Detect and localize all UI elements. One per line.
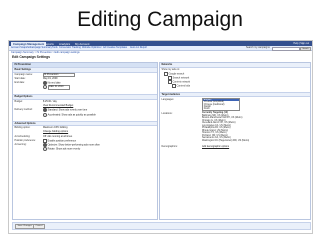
radio-icon bbox=[43, 112, 47, 117]
end-date-picker-row: DEC 31 2010 bbox=[13, 85, 157, 90]
ad-serving-rotate-row: Rotate: Show ads more evenly bbox=[13, 147, 157, 152]
campaign-screenshot: Campaign Management Reports Analytics My… bbox=[8, 40, 313, 234]
slide-title: Editing Campaign bbox=[77, 8, 243, 31]
cancel-button[interactable]: Cancel bbox=[33, 224, 45, 230]
search-label: Search my campaigns: bbox=[246, 46, 271, 49]
demographics-link[interactable]: Add demographic options bbox=[202, 145, 229, 149]
languages-label: Languages: bbox=[161, 98, 175, 102]
subnav-campaign-summary[interactable]: Campaign Summary bbox=[30, 46, 52, 50]
ad-serving-rotate-option[interactable]: Rotate: Show ads more evenly bbox=[43, 147, 80, 152]
campaign-search-input[interactable] bbox=[272, 46, 300, 52]
checkbox-icon bbox=[172, 84, 176, 89]
radio-icon bbox=[43, 147, 47, 152]
locations-list: Currently Targeting (12) Baltimore MD, U… bbox=[202, 112, 268, 142]
footer-bar: Save Changes Cancel bbox=[12, 222, 311, 230]
subnav-account-snapshot[interactable]: Account Snapshot bbox=[11, 46, 30, 50]
subnav-conversion-tracking[interactable]: Conversion Tracking bbox=[59, 46, 81, 50]
demographics-label: Demographics: bbox=[161, 145, 178, 149]
radio-icon bbox=[43, 85, 47, 90]
locations-block: Locations: Currently Targeting (12) Balt… bbox=[160, 111, 310, 145]
demographics-row: Demographics: Add demographic options bbox=[160, 145, 310, 149]
languages-block: Languages: English Chinese (simplified) … bbox=[160, 97, 310, 112]
tab-analytics[interactable]: Analytics bbox=[57, 42, 72, 46]
save-changes-button[interactable]: Save Changes bbox=[15, 224, 35, 230]
location-item: Washington DC (Hagerstown) MD, US (Metro… bbox=[202, 139, 250, 142]
search-button[interactable]: Search bbox=[300, 46, 311, 52]
language-option[interactable]: Dutch bbox=[203, 108, 239, 110]
subnav-ad-creative-templates[interactable]: Ad Creative Templates bbox=[103, 46, 127, 50]
delivery-accelerated-row: Accelerated: Show ads as quickly as poss… bbox=[13, 112, 157, 118]
networks-targeting-panel: Networks Show my ads on: Google search S… bbox=[159, 62, 311, 220]
content-bids-row: Content bids bbox=[160, 84, 310, 89]
locations-label: Locations: bbox=[161, 112, 173, 116]
languages-list[interactable]: English Chinese (simplified) Chinese (tr… bbox=[202, 98, 240, 112]
campaign-settings-panel: IS Prevention Basic Settings Campaign na… bbox=[12, 62, 158, 220]
tab-reports[interactable]: Reports bbox=[42, 42, 56, 46]
content-bids-option[interactable]: Content bids bbox=[172, 84, 190, 89]
subnav-auto-run-report[interactable]: Auto-run Report bbox=[130, 46, 147, 50]
tab-my-account[interactable]: My Account bbox=[73, 42, 91, 46]
subnav-tools[interactable]: Tools bbox=[52, 46, 58, 50]
end-date-picker[interactable]: DEC 31 2010 bbox=[43, 85, 71, 90]
subnav-website-optimizer[interactable]: Website Optimizer bbox=[82, 46, 102, 50]
page-title: Edit Campaign Settings bbox=[12, 55, 51, 59]
breadcrumb[interactable]: Campaign Summary > IS Prevention > Edit … bbox=[11, 51, 80, 54]
delivery-accelerated-option[interactable]: Accelerated: Show ads as quickly as poss… bbox=[43, 112, 96, 118]
